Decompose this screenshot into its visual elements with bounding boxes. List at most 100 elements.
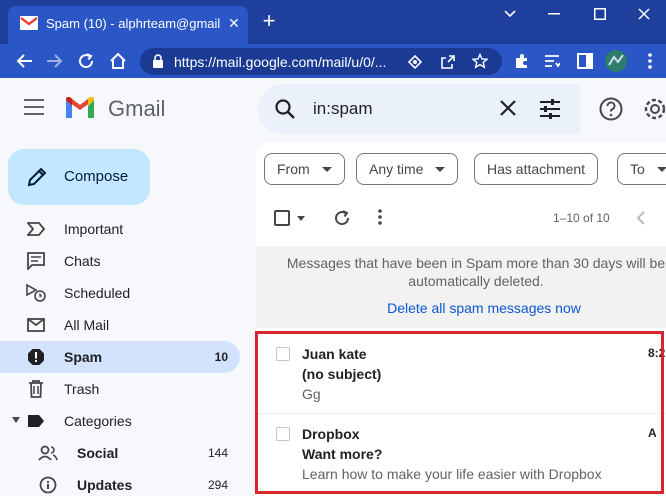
filter-from-chip[interactable]: From [264, 153, 345, 185]
sidebar-item-label: Spam [64, 349, 103, 365]
sidebar-item-important[interactable]: Important [0, 213, 240, 245]
sidebar-item-scheduled[interactable]: Scheduled [0, 277, 240, 309]
search-bar[interactable]: in:spam [258, 84, 580, 134]
sidebar-item-label: Social [77, 445, 119, 461]
minimize-icon[interactable] [532, 0, 576, 28]
list-toolbar: 1–10 of 10 [256, 200, 666, 236]
sidebar-item-trash[interactable]: Trash [0, 373, 240, 405]
info-icon [38, 475, 58, 495]
pencil-icon [27, 167, 47, 187]
message-time: A [648, 426, 657, 440]
profile-avatar[interactable] [604, 49, 628, 73]
scheduled-icon [26, 283, 46, 303]
browser-tab[interactable]: Spam (10) - alphrteam@gmail.com ✕ [8, 6, 248, 44]
maximize-icon[interactable] [578, 0, 622, 28]
search-input[interactable]: in:spam [313, 99, 373, 119]
sidebar-item-label: Updates [77, 477, 133, 493]
settings-gear-icon[interactable] [642, 96, 666, 122]
sidebar-item-count: 294 [207, 478, 228, 492]
more-options-icon[interactable] [378, 209, 382, 225]
filter-to-chip[interactable]: To [617, 153, 666, 185]
compose-label: Compose [64, 168, 129, 185]
select-all-checkbox[interactable] [274, 210, 290, 226]
sidebar-item-label: Important [64, 221, 124, 237]
new-tab-button[interactable]: + [259, 10, 279, 32]
message-checkbox[interactable] [276, 427, 290, 441]
reading-list-icon[interactable] [540, 49, 564, 73]
message-snippet: Learn how to make your life easier with … [302, 466, 602, 482]
sidebar-nav: Important Chats Scheduled All Mail Spam … [0, 213, 256, 496]
sidebar-item-social[interactable]: Social 144 [0, 437, 240, 469]
compose-button[interactable]: Compose [8, 149, 150, 205]
chevron-down-icon [435, 166, 446, 172]
spam-notice-text: Messages that have been in Spam more tha… [286, 255, 666, 289]
sidebar-item-label: Chats [64, 253, 101, 269]
filter-any-time-label: Any time [369, 161, 424, 177]
lock-icon [153, 54, 163, 68]
search-icon[interactable] [274, 98, 296, 120]
gmail-logo-icon[interactable] [64, 96, 96, 120]
chevron-left-icon[interactable] [637, 211, 645, 225]
filter-has-attachment-label: Has attachment [487, 161, 586, 177]
list-item[interactable]: Juan kate (no subject) Gg 8:2 [256, 334, 666, 414]
mail-icon [26, 315, 46, 335]
message-subject: Want more? [302, 446, 383, 462]
filter-to-label: To [630, 161, 645, 177]
spam-notice: Messages that have been in Spam more tha… [256, 246, 666, 328]
forward-arrow-icon[interactable] [43, 49, 67, 73]
list-item[interactable]: Dropbox Want more? Learn how to make you… [256, 414, 666, 494]
important-icon [26, 219, 46, 239]
search-options-icon[interactable] [538, 98, 562, 120]
sidebar-item-spam[interactable]: Spam 10 [0, 341, 240, 373]
sidebar-item-updates[interactable]: Updates 294 [0, 469, 240, 496]
expand-caret-icon[interactable] [12, 417, 20, 423]
sidebar-item-label: Scheduled [64, 285, 131, 301]
chevron-down-icon [656, 166, 666, 172]
filter-has-attachment-chip[interactable]: Has attachment [474, 153, 599, 185]
url-text: https://mail.google.com/mail/u/0/... [174, 54, 387, 70]
address-bar[interactable]: https://mail.google.com/mail/u/0/... [140, 48, 502, 75]
window-close-icon[interactable] [622, 0, 666, 28]
message-sender: Dropbox [302, 426, 360, 442]
clear-search-icon[interactable] [498, 98, 518, 118]
filter-any-time-chip[interactable]: Any time [356, 153, 459, 185]
message-snippet: Gg [302, 386, 321, 402]
browser-menu-icon[interactable] [638, 49, 662, 73]
gmail-logo-text: Gmail [108, 96, 166, 121]
tab-close-icon[interactable]: ✕ [226, 15, 242, 31]
bookmark-star-icon[interactable] [472, 53, 488, 69]
pagination-range: 1–10 of 10 [553, 211, 610, 225]
label-icon [26, 411, 46, 431]
sidebar-item-categories[interactable]: Categories [0, 405, 240, 437]
message-checkbox[interactable] [276, 347, 290, 361]
home-icon[interactable] [106, 49, 130, 73]
sidebar-item-label: Categories [64, 413, 132, 429]
help-icon[interactable] [598, 96, 624, 122]
select-dropdown-icon[interactable] [297, 216, 305, 221]
gmail-favicon-icon [20, 16, 38, 30]
filter-from-label: From [277, 161, 310, 177]
sidebar-item-chats[interactable]: Chats [0, 245, 240, 277]
message-sender: Juan kate [302, 346, 367, 362]
refresh-icon[interactable] [333, 209, 351, 227]
share-icon[interactable] [440, 54, 456, 70]
message-time: 8:2 [648, 346, 666, 360]
sidebar-item-count: 10 [214, 350, 228, 364]
tab-title: Spam (10) - alphrteam@gmail.com [46, 16, 220, 31]
side-panel-icon[interactable] [573, 49, 597, 73]
sidebar-item-count: 144 [207, 446, 228, 460]
sidebar-item-label: Trash [64, 381, 100, 397]
sidebar-item-all-mail[interactable]: All Mail [0, 309, 240, 341]
back-arrow-icon[interactable] [12, 49, 36, 73]
chat-icon [26, 251, 46, 271]
delete-all-spam-link[interactable]: Delete all spam messages now [256, 300, 666, 316]
sidebar-item-label: All Mail [64, 317, 110, 333]
chevron-down-icon[interactable] [488, 0, 532, 28]
install-app-icon[interactable] [408, 55, 422, 69]
extensions-puzzle-icon[interactable] [510, 49, 534, 73]
chevron-down-icon [321, 166, 332, 172]
trash-icon [26, 379, 46, 399]
main-menu-icon[interactable] [24, 99, 48, 119]
reload-icon[interactable] [74, 49, 98, 73]
people-icon [38, 443, 58, 463]
